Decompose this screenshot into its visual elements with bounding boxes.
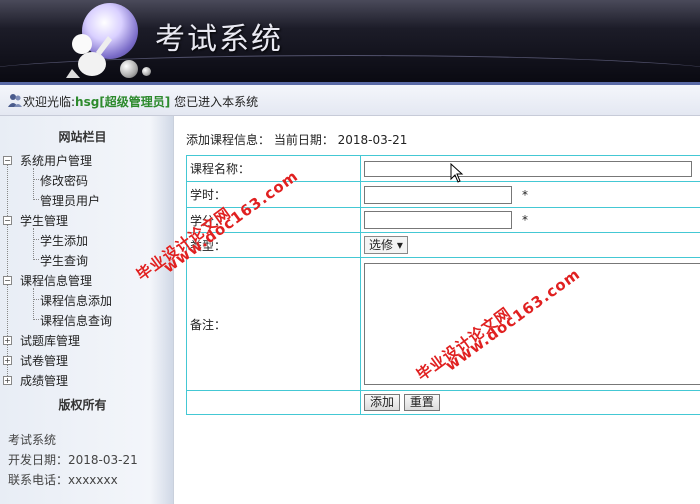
tree-line <box>33 168 34 198</box>
hours-input[interactable] <box>364 185 512 204</box>
welcome-prefix: 欢迎光临: <box>23 95 76 109</box>
sidebar-item-question-bank[interactable]: 试题库管理 <box>20 332 80 349</box>
info-system-name: 考试系统 <box>8 433 57 447</box>
welcome-text: 欢迎光临:hsg[超级管理员] 您已进入本系统 <box>23 93 258 110</box>
users-icon <box>8 94 22 107</box>
sidebar-item-course-query[interactable]: 课程信息查询 <box>40 312 112 329</box>
note-label: 备注： <box>186 257 361 391</box>
tree-line <box>33 199 39 200</box>
tree-line <box>33 299 39 300</box>
sidebar-item-change-password[interactable]: 修改密码 <box>40 172 88 189</box>
add-button[interactable]: 添加 <box>364 394 401 411</box>
type-select[interactable]: 选修 ▾ <box>364 236 408 254</box>
sidebar-item-system-users[interactable]: 系统用户管理 <box>20 152 92 169</box>
sidebar-item-scores[interactable]: 成绩管理 <box>20 372 68 389</box>
sidebar-item-papers[interactable]: 试卷管理 <box>20 352 68 369</box>
collapse-icon[interactable]: − <box>3 276 12 285</box>
button-cell: 添加 重置 <box>360 390 700 415</box>
collapse-icon[interactable]: − <box>3 156 12 165</box>
tree-line <box>33 228 34 258</box>
mouse-cursor-icon <box>450 163 464 183</box>
logo-ball <box>120 60 138 78</box>
logo-figure-icon <box>66 34 112 78</box>
required-mark: * <box>522 213 528 227</box>
type-cell: 选修 ▾ <box>360 232 700 258</box>
sidebar-item-student-add[interactable]: 学生添加 <box>40 232 88 249</box>
header-banner: 考试系统 <box>0 0 700 82</box>
note-cell <box>360 257 700 391</box>
tree-line <box>33 319 39 320</box>
required-mark: * <box>522 187 528 202</box>
info-phone: 联系电话：xxxxxxx <box>8 473 118 487</box>
tree-line <box>33 288 34 318</box>
sidebar-item-course-add[interactable]: 课程信息添加 <box>40 292 112 309</box>
expand-icon[interactable]: + <box>3 336 12 345</box>
sidebar-item-student-query[interactable]: 学生查询 <box>40 252 88 269</box>
sidebar: 网站栏目 − 系统用户管理 修改密码 管理员用户 − 学生管理 学生添加 学生查… <box>0 116 174 504</box>
course-name-label: 课程名称： <box>186 155 361 182</box>
credit-cell: * <box>360 207 700 233</box>
collapse-icon[interactable]: − <box>3 216 12 225</box>
sidebar-item-admin-users[interactable]: 管理员用户 <box>40 192 100 209</box>
credit-input[interactable] <box>364 211 512 229</box>
sidebar-item-students[interactable]: 学生管理 <box>20 212 68 229</box>
page-title: 添加课程信息： 当前日期： 2018-03-21 <box>186 133 408 147</box>
reset-button[interactable]: 重置 <box>403 394 440 411</box>
logo-ball-small <box>142 67 151 76</box>
app-title: 考试系统 <box>155 22 283 57</box>
course-name-input[interactable] <box>364 160 692 177</box>
copyright-heading: 版权所有 <box>58 398 107 412</box>
sidebar-edge <box>150 116 173 504</box>
expand-icon[interactable]: + <box>3 376 12 385</box>
sidebar-item-courses[interactable]: 课程信息管理 <box>20 272 92 289</box>
tree-line <box>33 239 39 240</box>
expand-icon[interactable]: + <box>3 356 12 365</box>
info-dev-date: 开发日期：2018-03-21 <box>8 453 138 467</box>
course-name-cell <box>360 155 700 182</box>
welcome-suffix: 您已进入本系统 <box>170 95 259 109</box>
button-row-spacer <box>186 390 361 415</box>
welcome-bar: 欢迎光临:hsg[超级管理员] 您已进入本系统 <box>0 85 700 116</box>
tree-line <box>33 179 39 180</box>
sidebar-heading: 网站栏目 <box>58 130 107 144</box>
tree-line <box>33 259 39 260</box>
current-user: hsg[超级管理员] <box>75 95 171 109</box>
hours-cell: * <box>360 181 700 208</box>
tree-line <box>7 160 8 382</box>
